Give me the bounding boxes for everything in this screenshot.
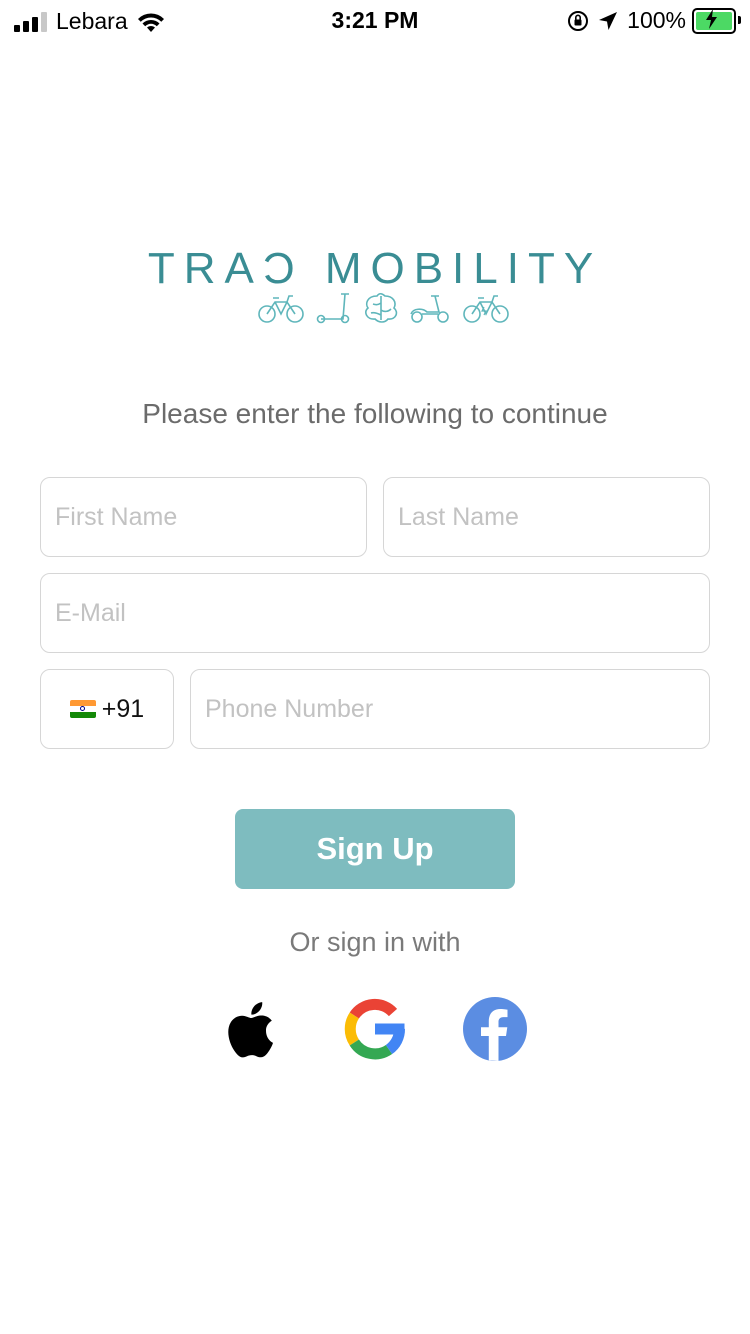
email-field[interactable]: [40, 573, 710, 653]
india-flag-icon: [69, 700, 96, 718]
social-signin-prompt: Or sign in with: [289, 927, 461, 957]
status-bar: Lebara 3:21 PM 100%: [0, 0, 750, 42]
last-name-field[interactable]: [383, 477, 710, 557]
form-prompt: Please enter the following to continue: [142, 398, 608, 429]
status-right: 100%: [567, 7, 741, 34]
moped-icon: [410, 295, 449, 323]
google-icon[interactable]: [342, 996, 408, 1062]
e-bike-icon: [463, 295, 509, 323]
country-code-selector[interactable]: +91: [40, 669, 174, 749]
sign-up-button[interactable]: Sign Up: [235, 809, 515, 889]
phone-number-field[interactable]: [190, 669, 710, 749]
brain-icon: [365, 292, 398, 323]
phone-number-input[interactable]: [205, 694, 709, 724]
last-name-input[interactable]: [398, 502, 709, 532]
bicycle-icon: [258, 295, 304, 323]
battery-charging-icon: [692, 7, 741, 34]
country-code-value: +91: [101, 694, 145, 723]
apple-icon[interactable]: [222, 996, 288, 1062]
brand-logo-icons: [258, 292, 509, 324]
first-name-field[interactable]: [40, 477, 367, 557]
scooter-icon: [316, 293, 350, 324]
first-name-input[interactable]: [55, 502, 366, 532]
facebook-icon[interactable]: [462, 996, 528, 1062]
location-arrow-icon: [599, 11, 618, 30]
battery-percent: 100%: [627, 7, 686, 33]
email-input[interactable]: [55, 598, 709, 628]
brand-logo-text: TRAƆ MOBILITY: [147, 244, 603, 293]
orientation-lock-icon: [568, 10, 589, 31]
